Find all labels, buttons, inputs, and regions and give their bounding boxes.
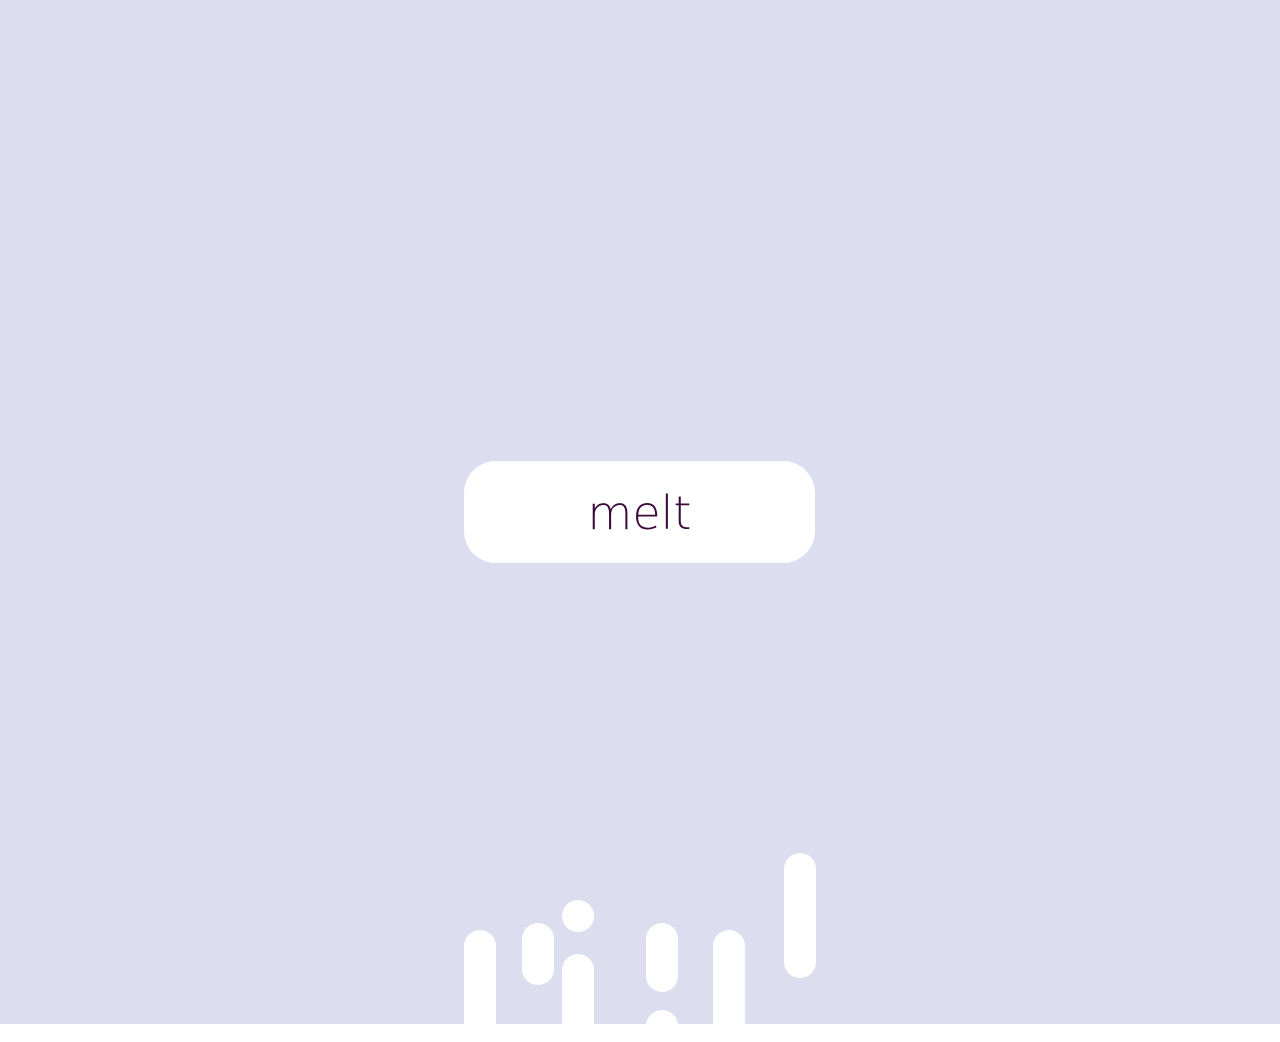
melt-button-label: melt [587, 486, 692, 540]
drip-4-tail [646, 1010, 678, 1024]
drip-6 [784, 853, 816, 978]
drip-5 [713, 930, 745, 1024]
melt-button[interactable]: melt [464, 461, 815, 563]
drip-3-dot [562, 900, 594, 932]
drip-1 [464, 930, 496, 1024]
drip-2 [522, 923, 554, 985]
drip-4 [646, 923, 678, 992]
melt-stage: melt [0, 0, 1280, 1024]
drip-3 [562, 954, 594, 1024]
